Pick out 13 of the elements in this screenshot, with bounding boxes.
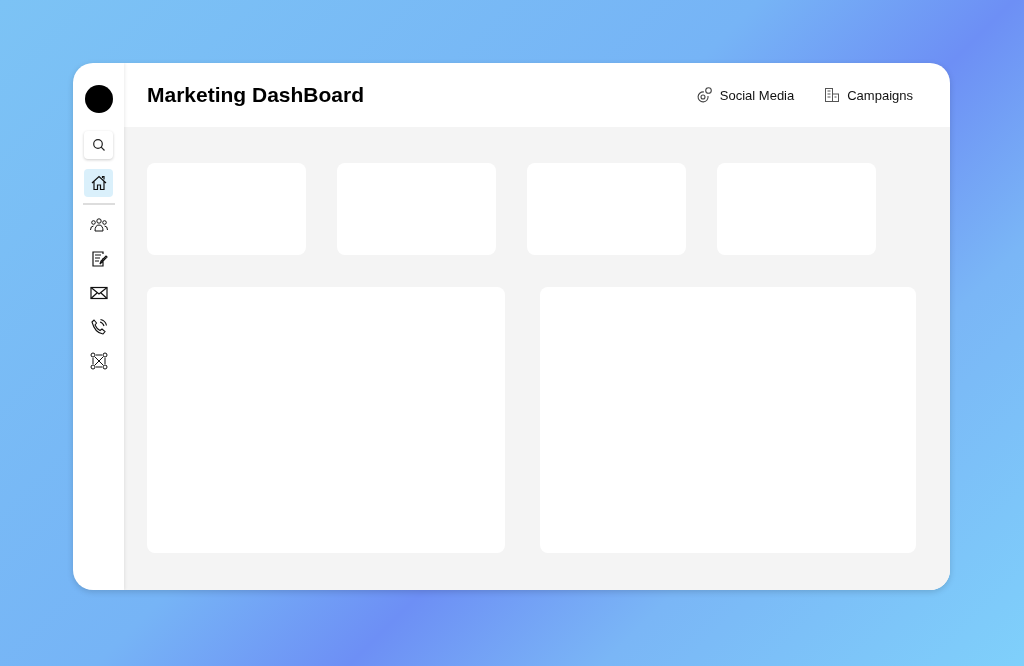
ring-badge-icon: [695, 87, 713, 103]
search-icon: [91, 138, 106, 152]
people-icon: [88, 216, 109, 234]
social-link[interactable]: Social Media: [695, 87, 795, 103]
campaigns-link[interactable]: Campaigns: [824, 87, 913, 103]
logo-circle: [84, 85, 113, 113]
envelope-icon: [89, 286, 108, 300]
dashboard-title: Marketing DashBoard: [147, 83, 365, 107]
home-nav-item[interactable]: [84, 169, 113, 197]
house-icon: [89, 174, 108, 192]
document-pen-icon: [89, 250, 108, 268]
building-icon: [824, 87, 841, 103]
phone-icon: [89, 318, 108, 336]
